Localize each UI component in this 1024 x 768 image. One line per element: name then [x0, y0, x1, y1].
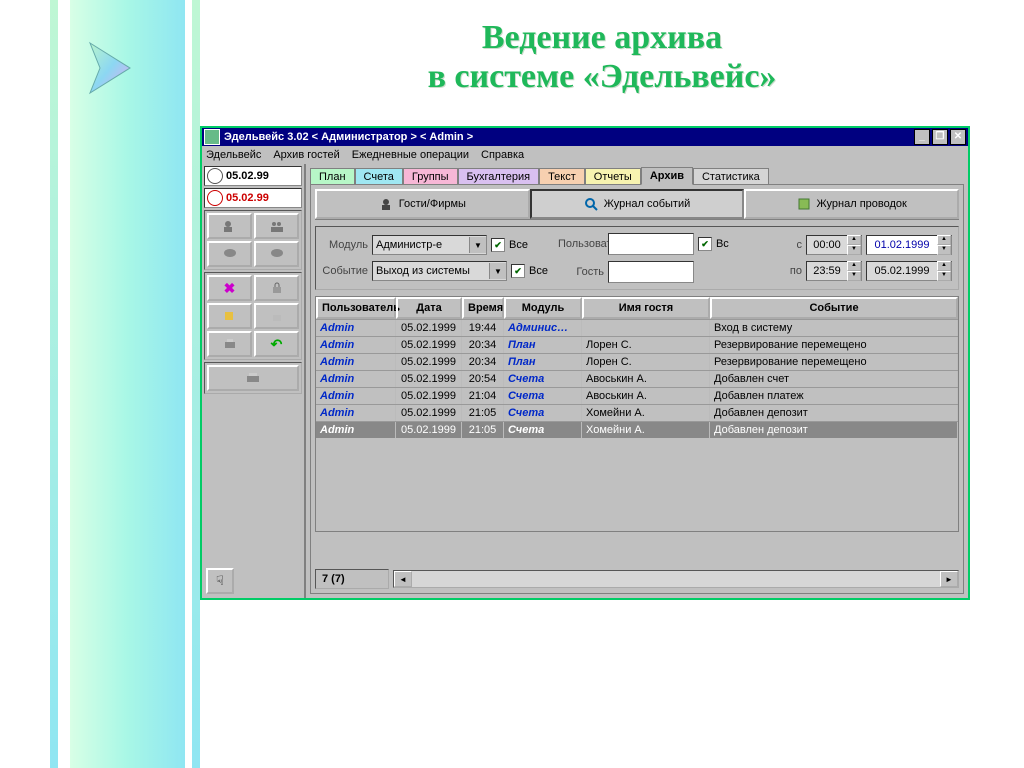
status-count: 7 (7)	[315, 569, 389, 589]
combo-event[interactable]: ▼	[372, 261, 507, 281]
tab-Бухгалтерия[interactable]: Бухгалтерия	[458, 168, 540, 185]
label-module: Модуль	[322, 239, 368, 251]
toolbtn-unlock[interactable]	[254, 303, 299, 329]
dropdown-icon[interactable]: ▼	[489, 263, 506, 279]
menu-help[interactable]: Справка	[481, 149, 524, 161]
subtab-events[interactable]: Журнал событий	[530, 189, 745, 219]
spin-from-time[interactable]: ▲▼	[806, 235, 862, 255]
label-event: Событие	[322, 265, 368, 277]
spin-to-date[interactable]: ▲▼	[866, 261, 952, 281]
tab-План[interactable]: План	[310, 168, 355, 185]
toolbar-group-2: ✖ ↶	[204, 272, 302, 360]
event-grid: Пользователь Дата Время Модуль Имя гостя…	[315, 296, 959, 532]
main-panel: ПланСчетаГруппыБухгалтерияТекстОтчетыАрх…	[306, 164, 968, 598]
clock-icon	[207, 190, 223, 206]
check-event-all[interactable]: ✔	[511, 264, 525, 278]
combo-module[interactable]: ▼	[372, 235, 487, 255]
col-date[interactable]: Дата	[396, 297, 462, 319]
input-guest[interactable]	[608, 261, 694, 283]
tab-strip: ПланСчетаГруппыБухгалтерияТекстОтчетыАрх…	[306, 164, 968, 184]
label-to: по	[782, 265, 802, 277]
toolbtn-group[interactable]	[254, 213, 299, 239]
person-icon	[379, 197, 393, 211]
tab-Архив[interactable]: Архив	[641, 167, 693, 185]
col-time[interactable]: Время	[462, 297, 504, 319]
slide-bullet-icon	[80, 38, 140, 98]
menu-archive[interactable]: Архив гостей	[273, 149, 339, 161]
date-chip-alt[interactable]: 05.02.99	[204, 188, 302, 208]
scroll-left-icon[interactable]: ◄	[394, 571, 412, 587]
tab-Отчеты[interactable]: Отчеты	[585, 168, 641, 185]
toolbtn-chat2[interactable]	[254, 241, 299, 267]
app-window: Эдельвейс 3.02 < Администратор > < Admin…	[200, 126, 970, 600]
menu-bar: Эдельвейс Архив гостей Ежедневные операц…	[202, 146, 968, 164]
title-bar: Эдельвейс 3.02 < Администратор > < Admin…	[202, 128, 968, 146]
col-user[interactable]: Пользователь	[316, 297, 396, 319]
toolbtn-undo[interactable]: ↶	[254, 331, 299, 357]
tab-Счета[interactable]: Счета	[355, 168, 403, 185]
spin-to-time[interactable]: ▲▼	[806, 261, 862, 281]
col-module[interactable]: Модуль	[504, 297, 582, 319]
toolbtn-printer[interactable]	[207, 365, 299, 391]
scroll-right-icon[interactable]: ►	[940, 571, 958, 587]
tab-page-archive: Гости/Фирмы Журнал событий Журнал провод…	[310, 184, 964, 594]
tab-Группы[interactable]: Группы	[403, 168, 458, 185]
slide-title: Ведение архива в системе «Эдельвейс»	[200, 18, 1004, 96]
horizontal-scrollbar[interactable]: ◄ ►	[393, 570, 959, 588]
table-row[interactable]: Admin05.02.199921:05СчетаХомейни А.Добав…	[316, 421, 958, 438]
toolbtn-paint[interactable]	[207, 303, 252, 329]
toolbtn-chat[interactable]	[207, 241, 252, 267]
toolbar-group-3	[204, 362, 302, 394]
close-button[interactable]: ✕	[950, 129, 966, 145]
search-icon	[584, 197, 598, 211]
col-event[interactable]: Событие	[710, 297, 958, 319]
table-row[interactable]: Admin05.02.199920:54СчетаАвоськин А.Доба…	[316, 370, 958, 387]
grid-header: Пользователь Дата Время Модуль Имя гостя…	[316, 297, 958, 319]
status-bar: 7 (7) ◄ ►	[315, 569, 959, 589]
toolbtn-print[interactable]	[207, 331, 252, 357]
table-row[interactable]: Admin05.02.199921:05СчетаХомейни А.Добав…	[316, 404, 958, 421]
tab-Текст[interactable]: Текст	[539, 168, 585, 185]
check-user-all[interactable]: ✔	[698, 237, 712, 251]
clock-icon	[207, 168, 223, 184]
subtab-postings[interactable]: Журнал проводок	[744, 189, 959, 219]
label-guest: Гость	[558, 266, 604, 278]
subtab-guests[interactable]: Гости/Фирмы	[315, 189, 530, 219]
menu-daily[interactable]: Ежедневные операции	[352, 149, 469, 161]
toolbtn-hand[interactable]: ☟	[206, 568, 234, 594]
toolbtn-lock[interactable]	[254, 275, 299, 301]
left-toolbar: 05.02.99 05.02.99 ✖	[202, 164, 306, 598]
ledger-icon	[797, 197, 811, 211]
toolbar-group-1	[204, 210, 302, 270]
label-user: Пользоват	[558, 238, 604, 250]
table-row[interactable]: Admin05.02.199920:34ПланЛорен С.Резервир…	[316, 336, 958, 353]
maximize-button[interactable]: ❐	[932, 129, 948, 145]
table-row[interactable]: Admin05.02.199920:34ПланЛорен С.Резервир…	[316, 353, 958, 370]
dropdown-icon[interactable]: ▼	[469, 237, 486, 253]
filter-panel: Модуль ▼ ✔ Все Событие ▼ ✔ Все	[315, 226, 959, 290]
table-row[interactable]: Admin05.02.199921:04СчетаАвоськин А.Доба…	[316, 387, 958, 404]
app-icon	[204, 129, 220, 145]
date-chip-today[interactable]: 05.02.99	[204, 166, 302, 186]
check-module-all[interactable]: ✔	[491, 238, 505, 252]
input-user[interactable]	[608, 233, 694, 255]
col-guest[interactable]: Имя гостя	[582, 297, 710, 319]
table-row[interactable]: Admin05.02.199919:44Администр-еВход в си…	[316, 319, 958, 336]
toolbtn-delete[interactable]: ✖	[207, 275, 252, 301]
label-from: с	[782, 239, 802, 251]
spin-from-date[interactable]: ▲▼	[866, 235, 952, 255]
menu-app[interactable]: Эдельвейс	[206, 149, 261, 161]
window-title: Эдельвейс 3.02 < Администратор > < Admin…	[224, 131, 473, 143]
tab-Статистика[interactable]: Статистика	[693, 168, 769, 185]
toolbtn-person[interactable]	[207, 213, 252, 239]
minimize-button[interactable]: _	[914, 129, 930, 145]
